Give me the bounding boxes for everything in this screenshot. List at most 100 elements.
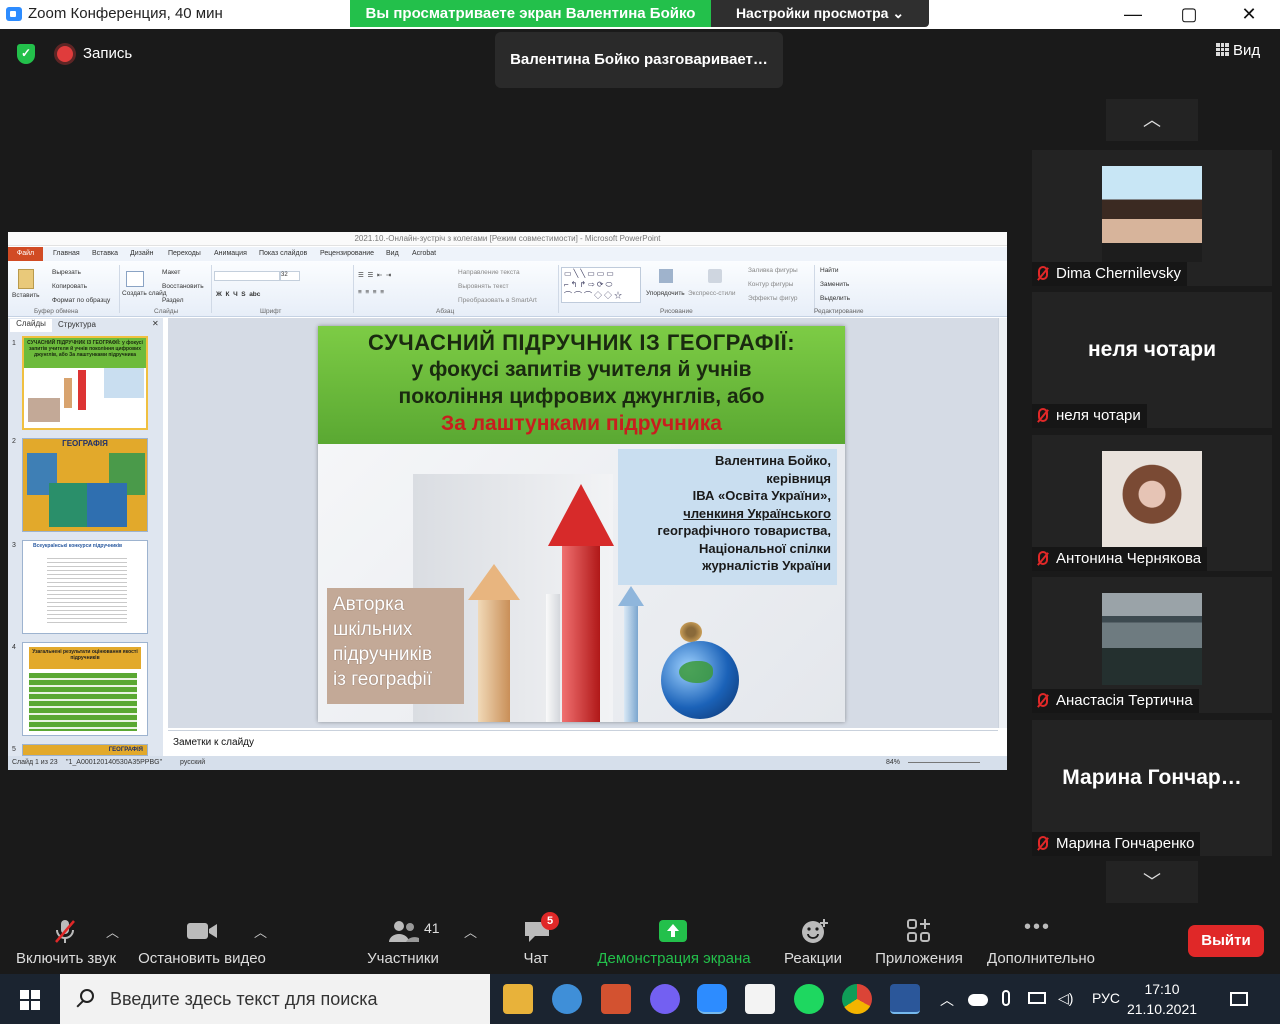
arrange-button[interactable]: Упорядочить [646, 290, 685, 297]
thumb-bar [78, 370, 86, 410]
new-slide-icon[interactable] [126, 271, 144, 287]
participants-options-caret[interactable]: ︿ [464, 922, 477, 941]
view-button[interactable]: Вид [1216, 42, 1260, 59]
slide-thumbnail[interactable]: Всеукраїнські конкурси підручників [22, 540, 148, 634]
microphone-tray-icon[interactable] [1002, 990, 1010, 1006]
input-language[interactable]: РУС [1092, 990, 1120, 1006]
arrange-icon[interactable] [659, 269, 673, 283]
view-settings-button[interactable]: Настройки просмотра ⌄ [711, 0, 929, 27]
zoom-slider[interactable] [908, 762, 980, 763]
reset-button[interactable]: Восстановить [162, 283, 204, 290]
reactions-button[interactable]: Реакции [778, 908, 848, 974]
participant-tile[interactable]: Марина Гончар… Марина Гончаренко [1032, 720, 1272, 856]
share-screen-button[interactable]: Демонстрация экрана [594, 908, 754, 974]
vertical-scrollbar[interactable] [998, 318, 1007, 728]
shapes-gallery[interactable]: ▭╲╲▭▭▭ ⌐↰↱⇨⟳⬭ ⌒⌒⌒◇◇☆ [561, 267, 641, 303]
audio-options-caret[interactable]: ︿ [106, 922, 119, 941]
layout-button[interactable]: Макет [162, 269, 180, 276]
close-panel-icon[interactable]: ✕ [152, 319, 159, 328]
shape-outline-button[interactable]: Контур фигуры [748, 281, 793, 288]
select-button[interactable]: Выделить [820, 295, 850, 302]
paste-button[interactable]: Вставить [12, 292, 40, 299]
ppt-tab-design[interactable]: Дизайн [130, 250, 154, 257]
participant-tile[interactable]: Антонина Чернякова [1032, 435, 1272, 571]
ppt-tab-acrobat[interactable]: Acrobat [412, 250, 436, 257]
ppt-tab-slideshow[interactable]: Показ слайдов [259, 250, 307, 257]
smartart-button[interactable]: Преобразовать в SmartArt [458, 297, 537, 304]
slide-thumbnail[interactable]: СУЧАСНИЙ ПІДРУЧНИК ІЗ ГЕОГРАФІЇ: у фокус… [22, 336, 148, 430]
tray-overflow-icon[interactable]: ︿ [940, 990, 954, 1010]
paste-icon[interactable] [18, 269, 34, 289]
network-icon[interactable] [1028, 992, 1046, 1004]
new-slide-button[interactable]: Создать слайд [122, 290, 167, 297]
tab-outline[interactable]: Структура [58, 320, 96, 329]
security-shield-icon[interactable]: ✓ [17, 44, 35, 64]
participant-tile[interactable]: неля чотари неля чотари [1032, 292, 1272, 428]
viber-icon[interactable] [650, 984, 680, 1014]
video-options-caret[interactable]: ︿ [254, 922, 267, 941]
participants-scroll-down[interactable]: ﹀ [1106, 861, 1198, 903]
leave-button[interactable]: Выйти [1188, 925, 1264, 957]
current-slide[interactable]: СУЧАСНИЙ ПІДРУЧНИК ІЗ ГЕОГРАФІЇ: у фокус… [318, 326, 845, 722]
notifications-icon[interactable] [1230, 992, 1248, 1006]
microsoft-store-icon[interactable] [745, 984, 775, 1014]
taskbar-search[interactable]: Введите здесь текст для поиска [60, 974, 490, 1024]
font-name-field[interactable] [214, 271, 280, 281]
record-label[interactable]: Запись [83, 45, 132, 62]
font-size-field[interactable]: 32 [280, 271, 300, 281]
minimize-button[interactable]: — [1104, 0, 1162, 29]
participant-tile[interactable]: Анастасія Тертична [1032, 577, 1272, 713]
zoom-taskbar-icon[interactable] [697, 984, 727, 1014]
tab-slides[interactable]: Слайды [10, 319, 52, 332]
participants-scroll-up[interactable]: ︿ [1106, 99, 1198, 141]
onedrive-icon[interactable] [968, 994, 988, 1006]
ppt-tab-review[interactable]: Рецензирование [320, 250, 374, 257]
volume-icon[interactable]: ◁) [1058, 990, 1073, 1007]
slide-notes[interactable]: Заметки к слайду [168, 730, 998, 754]
shape-fill-button[interactable]: Заливка фигуры [748, 267, 798, 274]
restore-button[interactable]: ▢ [1160, 0, 1218, 29]
stop-video-button[interactable]: Остановить видео [136, 908, 268, 974]
format-painter-button[interactable]: Формат по образцу [52, 297, 110, 304]
participants-button[interactable]: 41 Участники [358, 908, 448, 974]
taskbar-clock[interactable]: 17:10 21.10.2021 [1126, 979, 1198, 1019]
meeting-toolbar: Включить звук ︿ Остановить видео ︿ 41 Уч… [0, 908, 1280, 974]
word-icon[interactable] [890, 984, 920, 1014]
bold-button[interactable]: Ж К Ч S abc [216, 291, 260, 298]
close-button[interactable]: ✕ [1220, 0, 1278, 29]
windows-start-icon[interactable] [20, 990, 40, 1010]
slide-thumbnail[interactable]: ГЕОГРАФІЯ [22, 744, 148, 756]
apps-button[interactable]: Приложения [870, 908, 968, 974]
text-direction-button[interactable]: Направление текста [458, 269, 520, 276]
cut-button[interactable]: Вырезать [52, 269, 81, 276]
ppt-tab-insert[interactable]: Вставка [92, 250, 118, 257]
bullets-button[interactable]: ☰ ☰ ⇤ ⇥ [358, 271, 391, 279]
shape-effects-button[interactable]: Эффекты фигур [748, 295, 798, 302]
participant-name-label: Антонина Чернякова [1032, 547, 1208, 571]
align-buttons[interactable]: ≡ ≡ ≡ ≡ [358, 289, 384, 296]
replace-button[interactable]: Заменить [820, 281, 849, 288]
file-explorer-icon[interactable] [503, 984, 533, 1014]
unmute-button[interactable]: Включить звук [10, 908, 122, 974]
ppt-file-tab[interactable]: Файл [8, 247, 43, 261]
ppt-tab-animation[interactable]: Анимация [214, 250, 247, 257]
ppt-tab-transitions[interactable]: Переходы [168, 250, 201, 257]
find-button[interactable]: Найти [820, 267, 839, 274]
align-text-button[interactable]: Выровнять текст [458, 283, 509, 290]
slide-thumbnail[interactable]: Узагальнені результати оцінювання якості… [22, 642, 148, 736]
spotify-icon[interactable] [794, 984, 824, 1014]
participant-tile[interactable]: Dima Chernilevsky [1032, 150, 1272, 286]
quick-styles-button[interactable]: Экспресс-стили [688, 290, 736, 297]
ppt-tab-view[interactable]: Вид [386, 250, 399, 257]
quick-styles-icon[interactable] [708, 269, 722, 283]
slide-thumbnail[interactable]: ГЕОГРАФІЯ [22, 438, 148, 532]
chat-button[interactable]: 5 Чат [506, 908, 566, 974]
copy-button[interactable]: Копировать [52, 283, 87, 290]
more-button[interactable]: ••• Дополнительно [984, 908, 1098, 974]
ppt-tab-home[interactable]: Главная [53, 250, 80, 257]
section-button[interactable]: Раздел [162, 297, 183, 304]
app-icon-mascot[interactable] [552, 984, 582, 1014]
powerpoint-icon[interactable] [601, 984, 631, 1014]
chrome-icon[interactable] [842, 984, 872, 1014]
zoom-level[interactable]: 84% [886, 759, 900, 766]
